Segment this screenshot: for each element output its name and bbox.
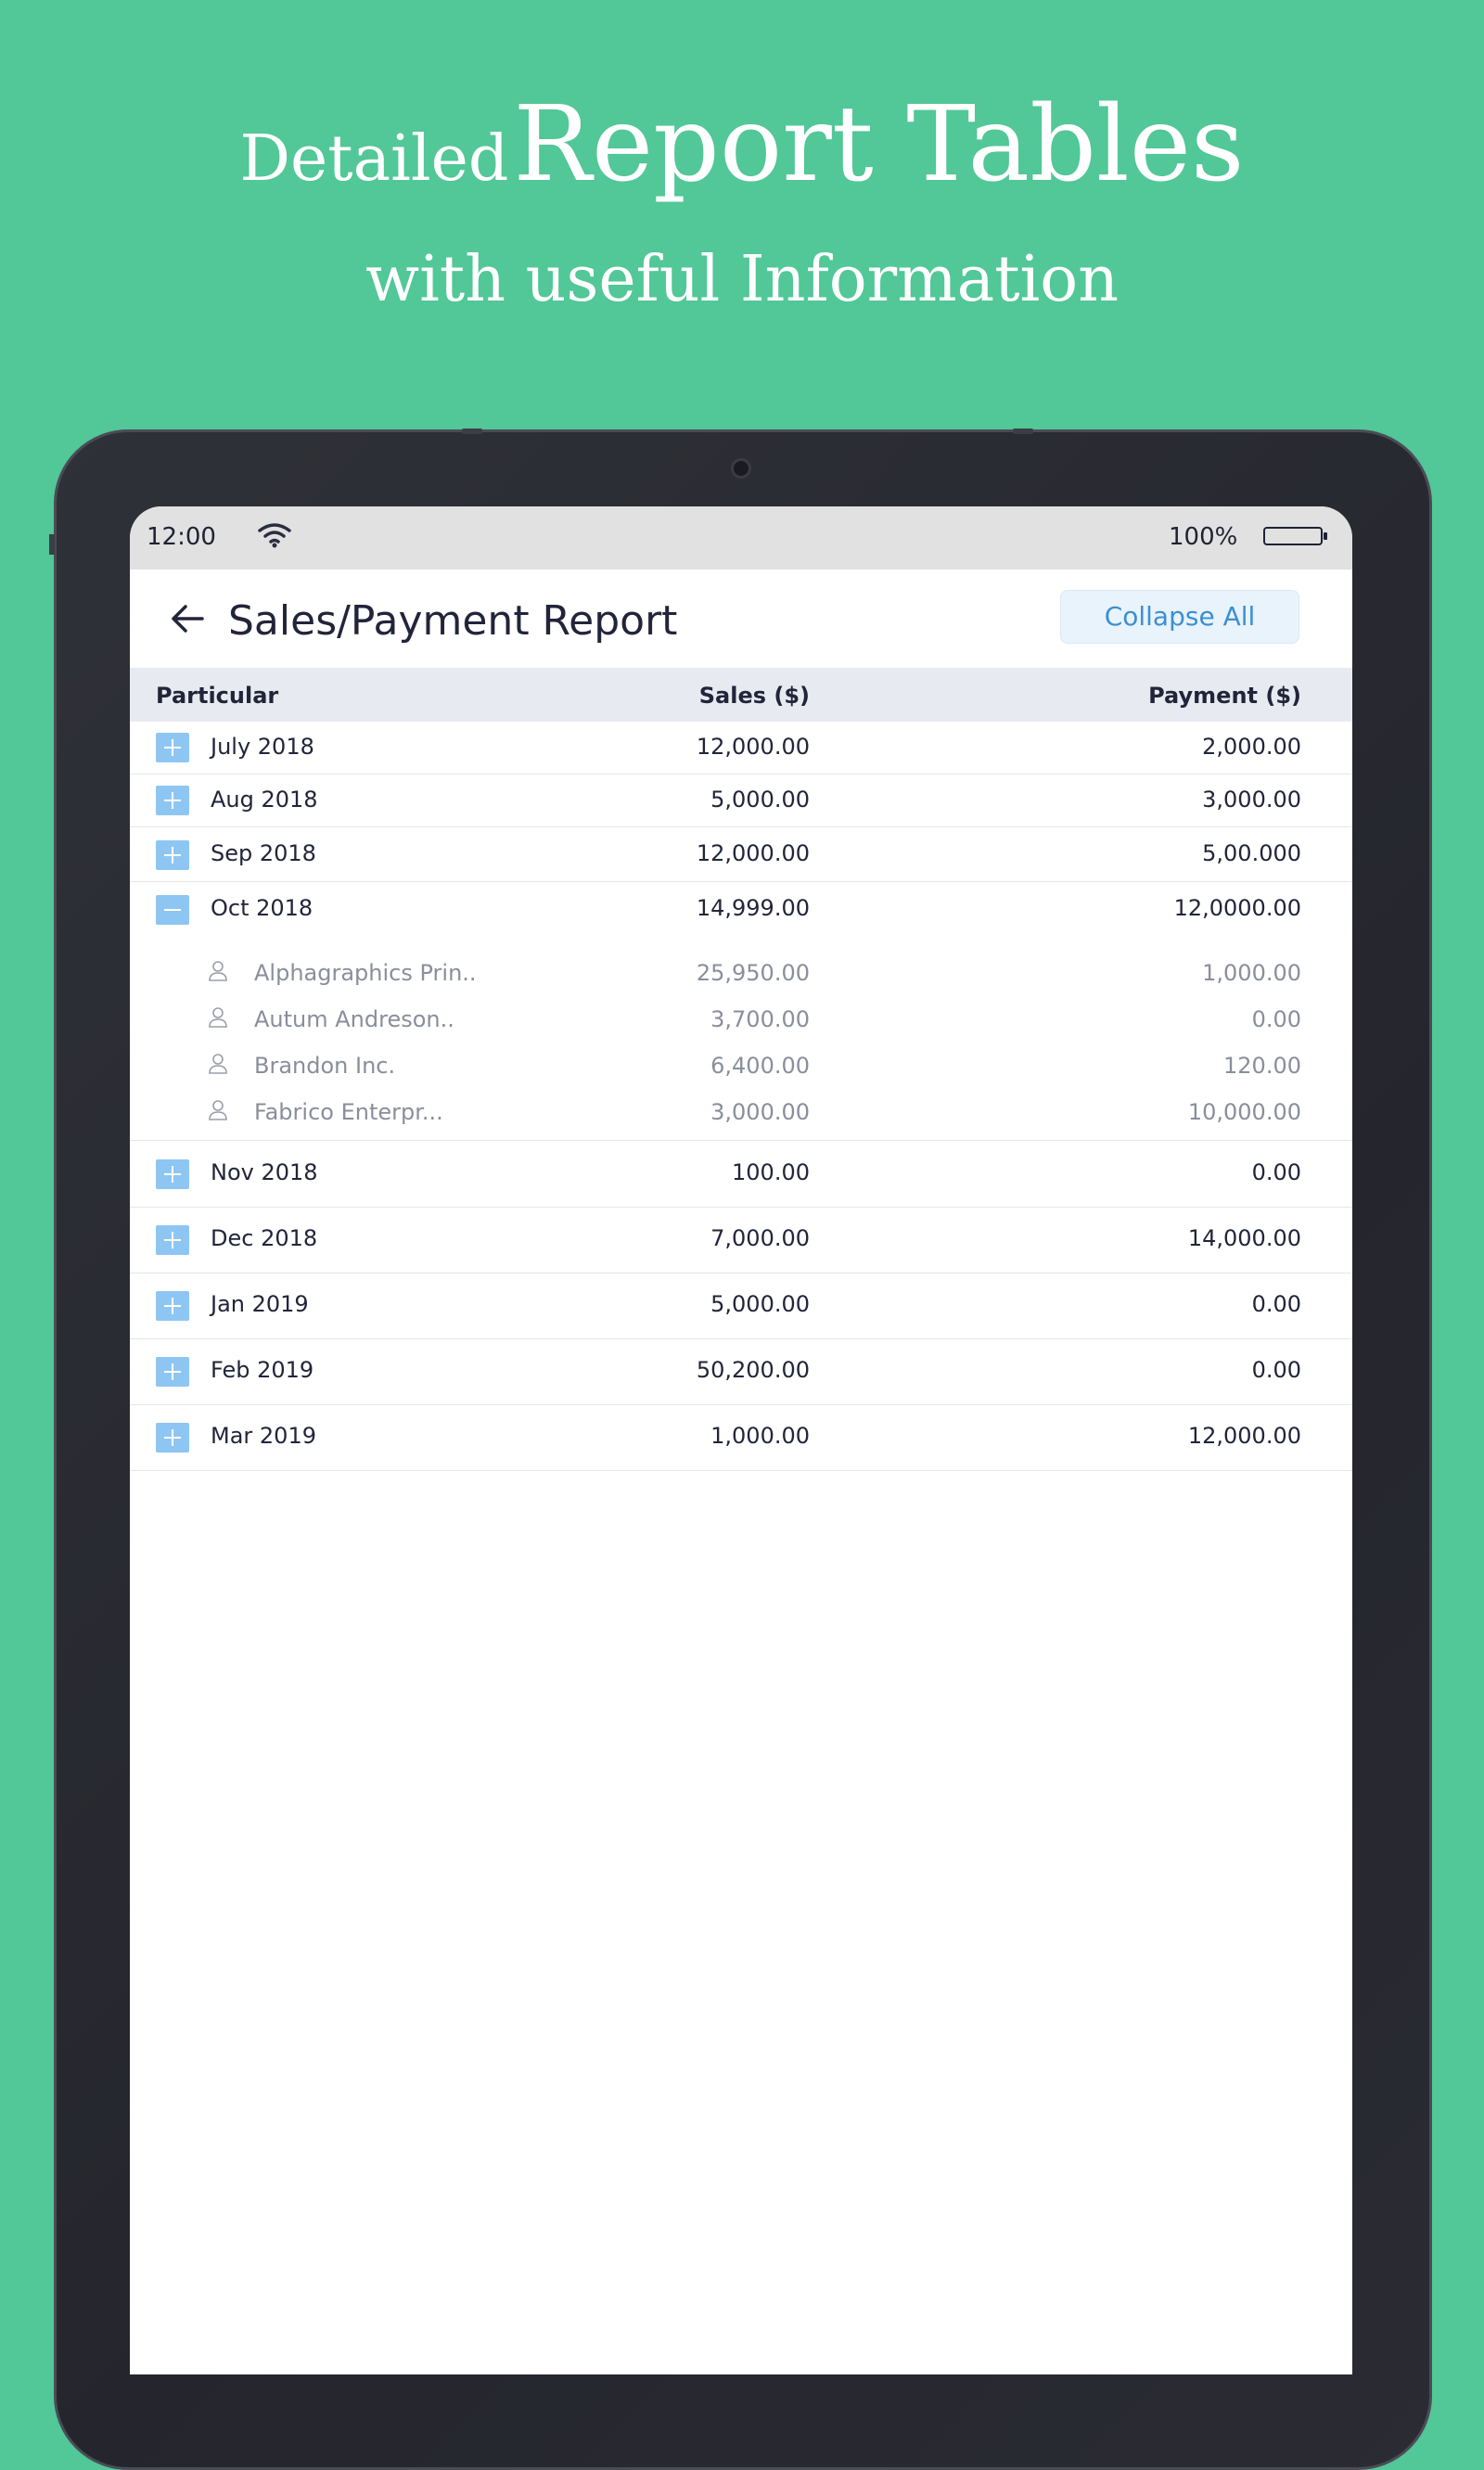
header-particular: Particular xyxy=(156,683,279,709)
header-sales: Sales ($) xyxy=(698,683,810,709)
row-label: Oct 2018 xyxy=(211,895,313,921)
collapse-all-button[interactable]: Collapse All xyxy=(1060,590,1299,644)
row-sales: 7,000.00 xyxy=(710,1225,810,1251)
customer-row[interactable]: Autum Andreson.. 3,700.00 0.00 xyxy=(130,997,1352,1043)
row-label: Sep 2018 xyxy=(211,840,316,866)
customer-name: Fabrico Enterpr... xyxy=(254,1099,443,1125)
expand-plus-icon[interactable] xyxy=(156,786,189,815)
customer-sales: 25,950.00 xyxy=(696,960,810,986)
person-icon xyxy=(208,1053,228,1075)
expand-plus-icon[interactable] xyxy=(156,840,189,870)
collapse-minus-icon[interactable] xyxy=(156,895,189,925)
table-row[interactable]: Feb 2019 50,200.00 0.00 xyxy=(130,1339,1352,1405)
person-icon xyxy=(208,960,228,982)
frame-side-button xyxy=(49,534,55,555)
table-row-expanded[interactable]: Oct 2018 14,999.00 12,0000.00 Alphagraph… xyxy=(130,882,1352,1141)
status-bar: 12:00 100% xyxy=(130,506,1352,570)
report-table: Particular Sales ($) Payment ($) July 20… xyxy=(130,668,1352,1471)
headline-big: Report Tables xyxy=(513,84,1245,205)
row-sales: 50,200.00 xyxy=(696,1357,810,1383)
headline-small: Detailed xyxy=(239,122,509,196)
expand-plus-icon[interactable] xyxy=(156,1291,189,1321)
row-payment: 2,000.00 xyxy=(1202,734,1301,760)
row-label: July 2018 xyxy=(211,734,314,760)
app-bar: Sales/Payment Report Collapse All xyxy=(130,570,1352,668)
row-payment: 12,0000.00 xyxy=(1173,895,1301,921)
frame-button xyxy=(462,429,482,434)
row-payment: 12,000.00 xyxy=(1187,1423,1301,1449)
customer-payment: 10,000.00 xyxy=(1187,1099,1301,1125)
back-arrow-icon[interactable] xyxy=(165,595,211,642)
row-label: Feb 2019 xyxy=(211,1357,314,1383)
row-payment: 0.00 xyxy=(1251,1159,1301,1185)
customer-sales: 3,000.00 xyxy=(710,1099,810,1125)
expand-plus-icon[interactable] xyxy=(156,1159,189,1189)
header-payment: Payment ($) xyxy=(1148,683,1301,709)
customer-row[interactable]: Brandon Inc. 6,400.00 120.00 xyxy=(130,1043,1352,1090)
table-row[interactable]: Aug 2018 5,000.00 3,000.00 xyxy=(130,774,1352,827)
customer-name: Brandon Inc. xyxy=(254,1053,396,1079)
status-time: 12:00 xyxy=(147,523,216,551)
row-label: Dec 2018 xyxy=(211,1225,318,1251)
table-header-row: Particular Sales ($) Payment ($) xyxy=(130,668,1352,722)
expand-plus-icon[interactable] xyxy=(156,1225,189,1255)
customer-name: Autum Andreson.. xyxy=(254,1006,454,1032)
row-sales: 5,000.00 xyxy=(710,1291,810,1317)
expand-plus-icon[interactable] xyxy=(156,733,189,762)
row-payment: 14,000.00 xyxy=(1187,1225,1301,1251)
customer-sales: 3,700.00 xyxy=(710,1006,810,1032)
person-icon xyxy=(208,1006,228,1029)
page-title: Sales/Payment Report xyxy=(228,597,678,645)
battery-percent: 100% xyxy=(1169,523,1238,551)
table-row[interactable]: Mar 2019 1,000.00 12,000.00 xyxy=(130,1405,1352,1471)
row-sales: 1,000.00 xyxy=(710,1423,810,1449)
frame-button xyxy=(1013,429,1033,434)
row-sales: 12,000.00 xyxy=(696,840,810,866)
front-camera xyxy=(731,458,751,479)
table-row[interactable]: Jan 2019 5,000.00 0.00 xyxy=(130,1273,1352,1339)
row-sales: 5,000.00 xyxy=(710,787,810,813)
row-payment: 5,00.000 xyxy=(1202,840,1301,866)
row-sales: 14,999.00 xyxy=(696,895,810,921)
row-sales: 100.00 xyxy=(732,1159,810,1185)
customer-row[interactable]: Alphagraphics Prin.. 25,950.00 1,000.00 xyxy=(130,951,1352,997)
row-sales: 12,000.00 xyxy=(696,734,810,760)
row-payment: 3,000.00 xyxy=(1202,787,1301,813)
promo-subheadline: with useful Information xyxy=(365,243,1119,316)
expand-plus-icon[interactable] xyxy=(156,1357,189,1387)
customer-row[interactable]: Fabrico Enterpr... 3,000.00 10,000.00 xyxy=(130,1090,1352,1136)
table-row[interactable]: Sep 2018 12,000.00 5,00.000 xyxy=(130,827,1352,882)
customer-payment: 0.00 xyxy=(1251,1006,1301,1032)
table-row[interactable]: July 2018 12,000.00 2,000.00 xyxy=(130,722,1352,774)
row-label: Nov 2018 xyxy=(211,1159,318,1185)
customer-payment: 1,000.00 xyxy=(1202,960,1301,986)
wifi-icon xyxy=(256,521,293,556)
row-payment: 0.00 xyxy=(1251,1357,1301,1383)
person-icon xyxy=(208,1099,228,1121)
expand-plus-icon[interactable] xyxy=(156,1423,189,1453)
row-label: Jan 2019 xyxy=(211,1291,309,1317)
customer-name: Alphagraphics Prin.. xyxy=(254,960,477,986)
customer-payment: 120.00 xyxy=(1223,1053,1301,1079)
battery-icon xyxy=(1263,527,1327,545)
device-screen: 12:00 100% Sales/Payment Report Collapse… xyxy=(130,506,1352,2374)
row-label: Aug 2018 xyxy=(211,787,318,813)
promo-headline: Detailed Report Tables xyxy=(0,93,1484,197)
customer-sales: 6,400.00 xyxy=(710,1053,810,1079)
table-row[interactable]: Dec 2018 7,000.00 14,000.00 xyxy=(130,1208,1352,1273)
table-row[interactable]: Nov 2018 100.00 0.00 xyxy=(130,1141,1352,1208)
row-label: Mar 2019 xyxy=(211,1423,316,1449)
row-payment: 0.00 xyxy=(1251,1291,1301,1317)
